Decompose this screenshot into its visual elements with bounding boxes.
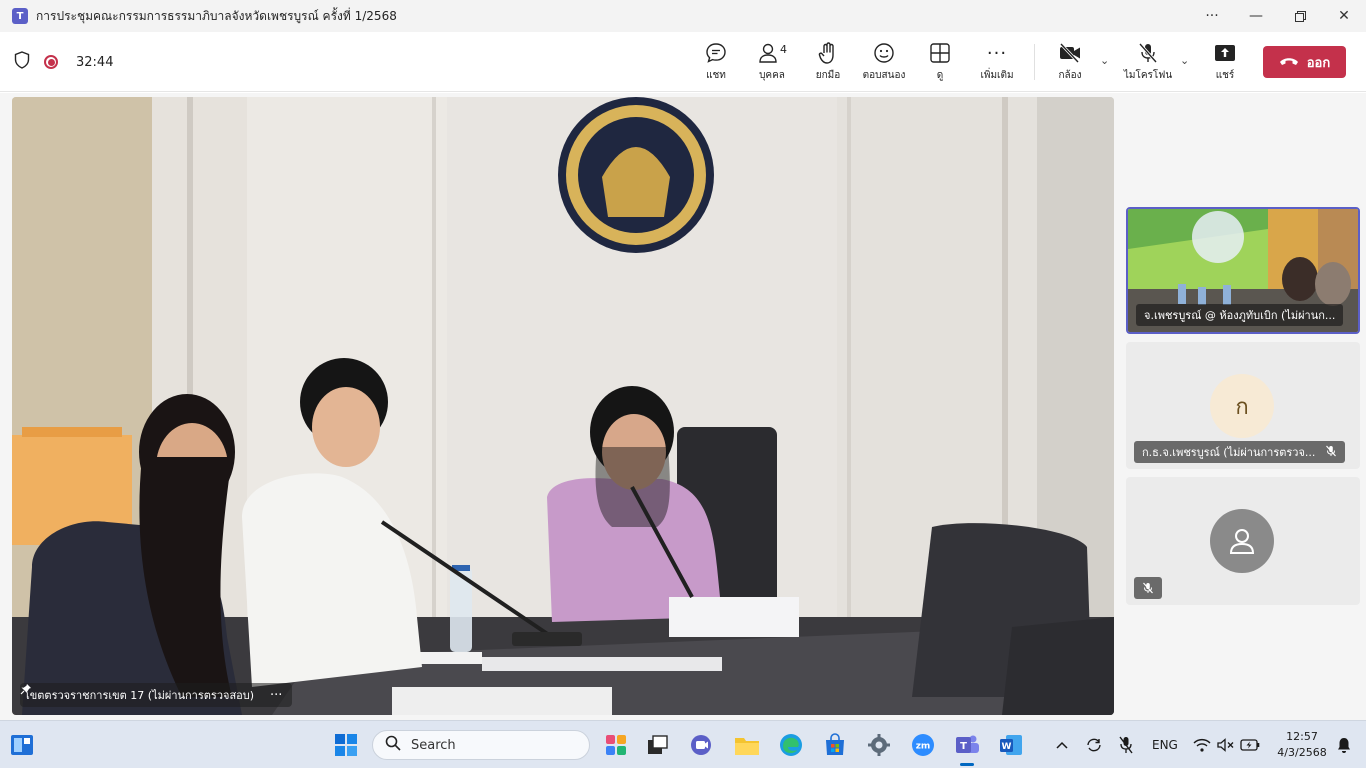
anonymous-muted-indicator [1134, 577, 1162, 599]
participant-tile-anonymous[interactable] [1126, 477, 1360, 605]
microsoft-store-icon[interactable] [821, 731, 849, 759]
react-button[interactable]: ตอบสนอง [854, 40, 914, 88]
grid-view-icon [929, 40, 951, 66]
microphone-muted-tray-icon[interactable] [1112, 731, 1140, 759]
settings-gear-icon[interactable] [865, 731, 893, 759]
committee-tile-name-tag: ก.ธ.จ.เพชรบูรณ์ (ไม่ผ่านการตรวจ... [1134, 441, 1346, 463]
more-label: เพิ่มเติม [980, 70, 1014, 81]
participant-tile-committee[interactable]: ก ก.ธ.จ.เพชรบูรณ์ (ไม่ผ่านการตรวจ... [1126, 342, 1360, 469]
avatar: ก [1210, 374, 1274, 438]
teams-app-icon: T [12, 8, 28, 24]
taskbar-search[interactable]: Search [372, 730, 590, 760]
view-label: ดู [936, 70, 944, 81]
mic-label: ไมโครโฟน [1123, 70, 1173, 81]
mic-off-icon [1136, 40, 1160, 66]
main-video-more-icon[interactable]: ··· [270, 688, 282, 703]
room-participant-name: จ.เพชรบูรณ์ @ ห้องภูทับเบิก (ไม่ผ่านก... [1144, 309, 1336, 322]
raise-hand-button[interactable]: ยกมือ [798, 40, 858, 88]
people-count: 4 [780, 42, 787, 56]
start-windows-icon[interactable] [332, 731, 360, 759]
main-video-feed[interactable]: เขตตรวจราชการเขต 17 (ไม่ผ่านการตรวจสอบ) … [12, 97, 1114, 715]
chat-icon [704, 40, 728, 66]
meeting-timer: 32:44 [76, 54, 114, 70]
clock-time: 12:57 [1286, 730, 1318, 743]
main-video-participant-name: เขตตรวจราชการเขต 17 (ไม่ผ่านการตรวจสอบ) [26, 689, 255, 702]
people-button[interactable]: 4 บุคคล [742, 40, 802, 88]
camera-button[interactable]: กล้อง [1040, 40, 1100, 88]
teams-active-indicator [960, 763, 974, 766]
title-bar: T การประชุมคณะกรรมการธรรมาภิบาลจังหวัดเพ… [0, 0, 1366, 32]
main-video-name-tag: เขตตรวจราชการเขต 17 (ไม่ผ่านการตรวจสอบ) … [20, 683, 293, 707]
more-dots-icon: ··· [986, 42, 1008, 64]
taskbar-clock[interactable]: 12:57 4/3/2568 [1270, 729, 1334, 761]
recording-icon [44, 55, 58, 69]
meeting-stage: เขตตรวจราชการเขต 17 (ไม่ผ่านการตรวจสอบ) … [0, 93, 1366, 720]
window-controls: ··· — ✕ [1190, 0, 1366, 32]
windows-taskbar: Search zm T W ENG 12:57 4/3/2568 [0, 720, 1366, 768]
zoom-app-icon[interactable]: zm [909, 731, 937, 759]
share-tray-icon [1213, 40, 1237, 66]
notification-bell-icon[interactable] [1330, 731, 1358, 759]
battery-charging-icon[interactable] [1236, 731, 1264, 759]
close-button[interactable]: ✕ [1322, 0, 1366, 32]
svg-text:T: T [960, 741, 967, 752]
svg-text:zm: zm [916, 742, 931, 752]
word-app-icon[interactable]: W [997, 731, 1025, 759]
avatar-initial: ก [1235, 394, 1249, 420]
widgets-icon[interactable] [8, 731, 36, 759]
conference-room-scene [12, 97, 1114, 715]
muted-mic-icon [1142, 579, 1154, 598]
view-button[interactable]: ดู [910, 40, 970, 88]
leave-label: ออก [1306, 55, 1331, 71]
camera-label: กล้อง [1058, 70, 1082, 81]
smiley-icon [872, 40, 896, 66]
edge-browser-icon[interactable] [777, 731, 805, 759]
mic-button[interactable]: ไมโครโฟน [1118, 40, 1178, 88]
minimize-button[interactable]: — [1234, 0, 1278, 32]
mic-options-chevron-icon[interactable]: ⌄ [1180, 54, 1189, 67]
window-title: การประชุมคณะกรรมการธรรมาภิบาลจังหวัดเพชร… [36, 8, 397, 23]
chat-button[interactable]: แชท [686, 40, 746, 88]
show-hidden-icons-chevron-icon[interactable] [1048, 731, 1076, 759]
room-tile-name-tag: จ.เพชรบูรณ์ @ ห้องภูทับเบิก (ไม่ผ่านก... [1136, 304, 1344, 326]
svg-text:W: W [1002, 742, 1012, 752]
search-icon [385, 735, 401, 755]
restore-button[interactable] [1278, 0, 1322, 32]
task-view-icon[interactable] [644, 731, 672, 759]
search-label: Search [411, 737, 456, 753]
shield-icon[interactable] [14, 51, 30, 73]
network-sync-icon[interactable] [1080, 731, 1108, 759]
share-button[interactable]: แชร์ [1195, 40, 1255, 88]
camera-options-chevron-icon[interactable]: ⌄ [1100, 54, 1109, 67]
leave-button[interactable]: ออก [1263, 46, 1346, 78]
raise-hand-label: ยกมือ [815, 70, 841, 81]
people-label: บุคคล [759, 70, 785, 81]
people-icon: 4 [757, 40, 787, 66]
meeting-toolbar: 32:44 แชท 4 บุคคล ยกมือ ตอบสนอง ดู ··· เ… [0, 32, 1366, 92]
camera-off-icon [1058, 40, 1082, 66]
react-label: ตอบสนอง [862, 70, 906, 81]
toolbar-divider [1034, 44, 1035, 80]
meet-video-icon[interactable] [688, 731, 716, 759]
teams-taskbar-icon[interactable]: T [953, 731, 981, 759]
muted-mic-icon [1325, 445, 1337, 460]
clock-date: 4/3/2568 [1277, 746, 1327, 759]
committee-participant-name: ก.ธ.จ.เพชรบูรณ์ (ไม่ผ่านการตรวจ... [1142, 446, 1316, 459]
language-indicator[interactable]: ENG [1152, 738, 1178, 752]
hand-icon [817, 40, 839, 66]
more-button[interactable]: ··· เพิ่มเติม [967, 40, 1027, 88]
participant-tile-room[interactable]: จ.เพชรบูรณ์ @ ห้องภูทับเบิก (ไม่ผ่านก... [1126, 207, 1360, 334]
share-label: แชร์ [1215, 70, 1235, 81]
hang-up-icon [1279, 55, 1299, 70]
more-options-icon[interactable]: ··· [1190, 0, 1234, 32]
chat-label: แชท [706, 70, 726, 81]
person-avatar-icon [1210, 509, 1274, 573]
copilot-icon[interactable] [602, 731, 630, 759]
file-explorer-icon[interactable] [733, 731, 761, 759]
